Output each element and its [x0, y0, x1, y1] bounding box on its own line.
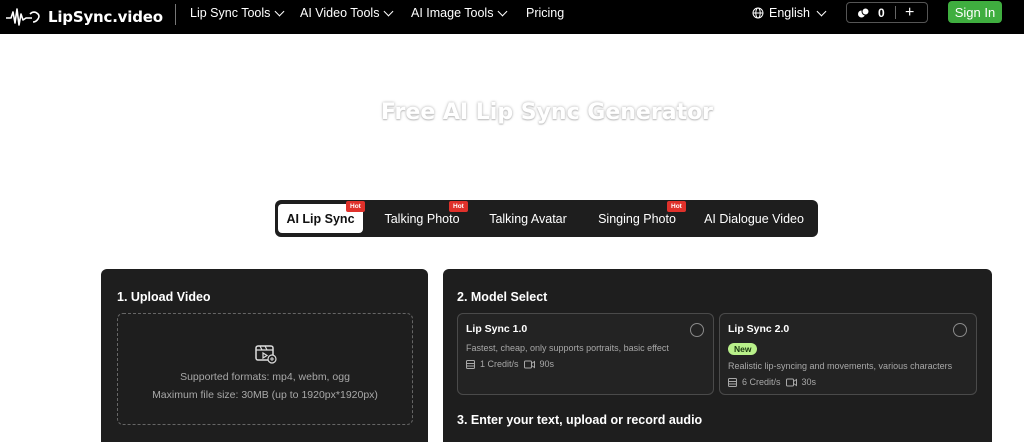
language-selector[interactable]: English [752, 0, 827, 26]
credits-count: 0 [878, 5, 885, 20]
video-camera-icon [523, 360, 535, 368]
tab-label: AI Lip Sync [286, 211, 355, 226]
page-title: Free AI Lip Sync Generator [380, 100, 714, 125]
tab-label: Singing Photo [598, 211, 676, 226]
nav-ai-video-tools[interactable]: AI Video Tools [300, 0, 394, 26]
upload-panel: 1. Upload Video Supported formats: mp4, … [101, 269, 428, 442]
tab-label: AI Dialogue Video [704, 211, 804, 226]
chevron-down-icon [384, 6, 394, 16]
hot-badge: Hot [449, 201, 468, 212]
supported-formats-text: Supported formats: mp4, webm, ogg [180, 371, 350, 383]
top-navbar: LipSync.video Lip Sync Tools AI Video To… [0, 0, 1024, 34]
tab-singing-photo[interactable]: Singing Photo Hot [589, 201, 686, 233]
video-upload-icon [255, 345, 277, 364]
nav-divider [175, 4, 176, 25]
credit-stack-icon [466, 359, 475, 369]
nav-ai-image-tools[interactable]: AI Image Tools [411, 0, 508, 26]
model-credits: 6 Credit/s [742, 377, 781, 387]
chevron-down-icon [498, 6, 508, 16]
upload-section-title: 1. Upload Video [117, 290, 211, 304]
model-name: Lip Sync 1.0 [466, 323, 528, 335]
model-radio[interactable] [690, 323, 704, 337]
coins-icon [858, 7, 870, 17]
nav-label: Lip Sync Tools [190, 6, 271, 20]
credits-divider [895, 6, 896, 19]
brand-logo[interactable]: LipSync.video [6, 4, 163, 30]
model-duration: 90s [539, 359, 555, 369]
model-name: Lip Sync 2.0 [728, 323, 790, 335]
model-credits: 1 Credit/s [480, 359, 519, 369]
chevron-down-icon [274, 6, 285, 16]
hot-badge: Hot [667, 201, 686, 212]
hot-badge: Hot [346, 201, 365, 212]
model-description: Fastest, cheap, only supports portraits,… [466, 343, 669, 353]
brand-name: LipSync.video [48, 8, 163, 26]
tab-ai-dialogue-video[interactable]: AI Dialogue Video [699, 204, 809, 233]
model-section-title: 2. Model Select [457, 290, 548, 304]
model-option-lip-sync-2[interactable]: Lip Sync 2.0 New Realistic lip-syncing a… [719, 313, 977, 395]
new-badge: New [728, 343, 758, 355]
tool-tabs: AI Lip Sync Hot Talking Photo Hot Talkin… [275, 200, 818, 237]
chevron-down-icon [816, 6, 827, 16]
model-panel: 2. Model Select Lip Sync 1.0 Fastest, ch… [443, 269, 992, 442]
nav-label: AI Image Tools [411, 6, 494, 20]
model-radio[interactable] [953, 323, 967, 337]
tab-talking-avatar[interactable]: Talking Avatar [481, 204, 575, 233]
video-camera-icon [785, 378, 797, 386]
audio-section-title: 3. Enter your text, upload or record aud… [457, 413, 703, 427]
waveform-logo-icon [6, 8, 40, 26]
tab-label: Talking Photo [384, 211, 460, 226]
credit-stack-icon [728, 377, 737, 387]
model-meta: 1 Credit/s 90s [466, 359, 554, 369]
sign-in-button[interactable]: Sign In [948, 1, 1002, 23]
nav-pricing[interactable]: Pricing [526, 0, 564, 26]
model-option-lip-sync-1[interactable]: Lip Sync 1.0 Fastest, cheap, only suppor… [457, 313, 714, 395]
model-description: Realistic lip-syncing and movements, var… [728, 361, 953, 371]
credits-counter: 0 + [846, 2, 928, 23]
model-duration: 30s [801, 377, 817, 387]
tab-label: Talking Avatar [489, 211, 567, 226]
max-file-size-text: Maximum file size: 30MB (up to 1920px*19… [152, 389, 378, 401]
tab-talking-photo[interactable]: Talking Photo Hot [373, 201, 471, 233]
nav-label: AI Video Tools [300, 6, 380, 20]
globe-icon [752, 7, 764, 19]
video-dropzone[interactable]: Supported formats: mp4, webm, ogg Maximu… [117, 313, 413, 425]
tab-ai-lip-sync[interactable]: AI Lip Sync Hot [278, 201, 365, 233]
language-label: English [769, 6, 810, 20]
add-credits-button[interactable]: + [905, 2, 914, 23]
nav-lip-sync-tools[interactable]: Lip Sync Tools [190, 0, 285, 26]
model-meta: 6 Credit/s 30s [728, 377, 816, 387]
nav-label: Pricing [526, 6, 565, 20]
